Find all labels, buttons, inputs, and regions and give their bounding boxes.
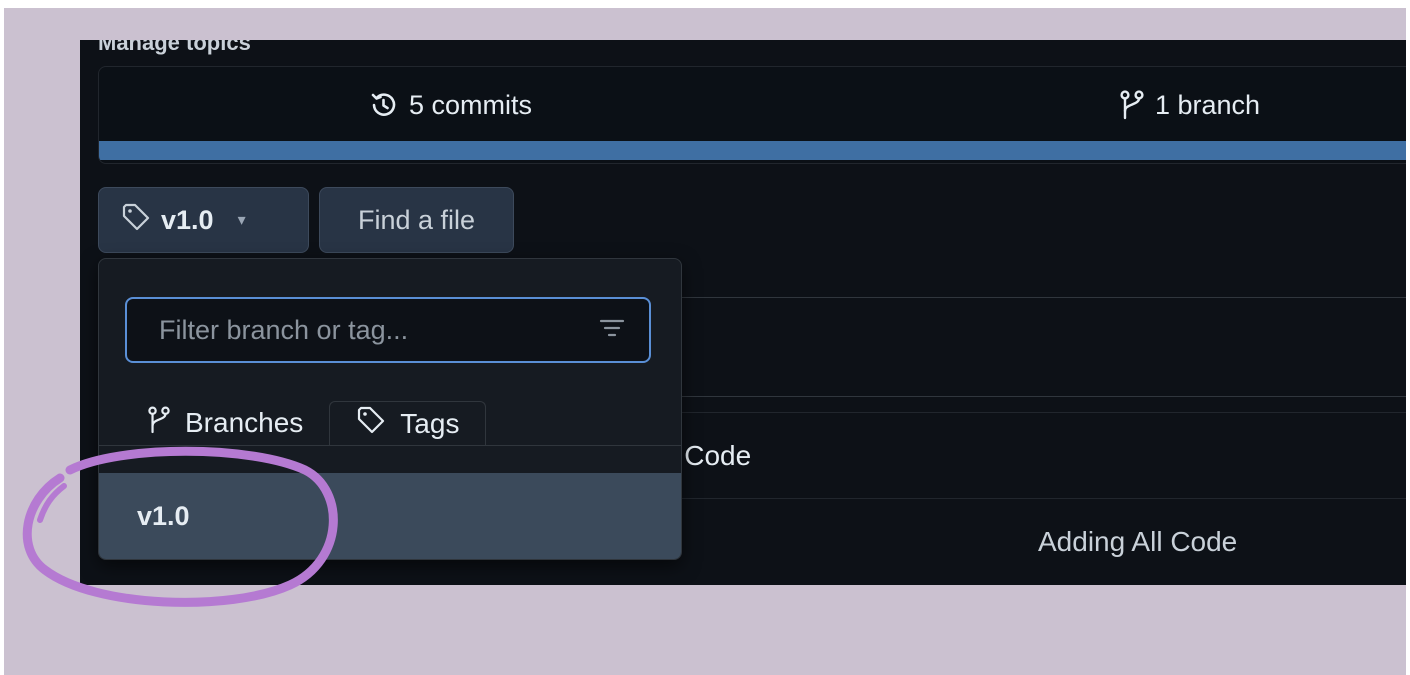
branch-tag-dropdown: Branches Tags v1.0 xyxy=(98,258,682,560)
manage-topics-link[interactable]: Manage topics xyxy=(98,40,251,56)
file-row-divider xyxy=(670,498,1406,499)
triangle-down-icon: ▾ xyxy=(237,212,246,229)
find-file-button[interactable]: Find a file xyxy=(319,187,514,253)
tab-branches[interactable]: Branches xyxy=(125,401,329,445)
filter-field[interactable] xyxy=(125,297,651,363)
git-branch-icon xyxy=(1119,89,1145,121)
current-ref-label: v1.0 xyxy=(161,204,214,235)
repository-panel: Manage topics 5 commits 1 branch v1.0 ▾ … xyxy=(80,40,1406,585)
tag-selector-button[interactable]: v1.0 ▾ xyxy=(98,187,309,253)
git-branch-icon xyxy=(147,405,171,442)
commits-count: 5 commits xyxy=(409,89,533,120)
list-item-tag[interactable]: v1.0 xyxy=(99,473,681,559)
language-bar xyxy=(99,141,1406,160)
latest-commit-box xyxy=(670,297,1406,397)
tab-label: Tags xyxy=(400,407,460,439)
tag-icon xyxy=(356,405,386,442)
file-row-divider xyxy=(670,412,1406,413)
branch-count: 1 branch xyxy=(1155,89,1261,120)
tag-icon xyxy=(121,202,151,239)
tabs-divider xyxy=(99,445,681,446)
commits-link[interactable]: 5 commits xyxy=(367,87,532,123)
history-icon xyxy=(367,89,399,121)
tab-label: Branches xyxy=(185,407,304,438)
commit-message-link[interactable]: Adding All Code xyxy=(1038,526,1237,558)
filter-input[interactable] xyxy=(159,314,599,346)
branches-link[interactable]: 1 branch xyxy=(1119,87,1260,123)
tab-tags[interactable]: Tags xyxy=(329,401,487,445)
repo-stats-bar: 5 commits 1 branch xyxy=(98,66,1406,164)
filter-lines-icon[interactable] xyxy=(599,317,625,344)
dropdown-tabs: Branches Tags xyxy=(125,401,487,445)
